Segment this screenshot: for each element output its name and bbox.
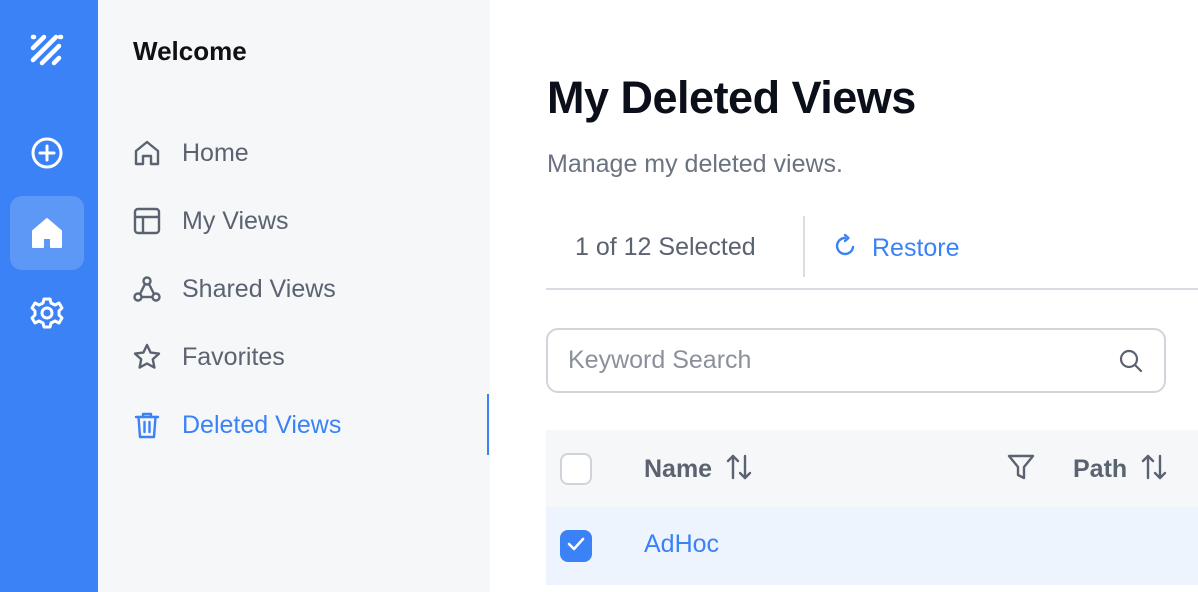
star-icon: [132, 342, 162, 372]
logo-icon[interactable]: [10, 14, 84, 88]
home-outline-icon: [132, 138, 162, 168]
refresh-icon: [832, 233, 858, 264]
page-title: My Deleted Views: [547, 72, 916, 123]
restore-label: Restore: [872, 233, 960, 262]
sidebar-item-label: My Views: [182, 206, 289, 235]
row-checkbox[interactable]: [560, 530, 592, 562]
sidebar: Welcome Home My Views Shared Views Favor…: [98, 0, 490, 592]
add-circle-icon[interactable]: [10, 116, 84, 190]
sort-icon: [724, 452, 754, 487]
filter-icon[interactable]: [1006, 452, 1036, 487]
views-table: Name Path AdHoc: [546, 430, 1198, 592]
sort-icon: [1139, 452, 1169, 487]
layout-icon: [132, 206, 162, 236]
row-name-link[interactable]: AdHoc: [644, 530, 719, 559]
sidebar-item-label: Shared Views: [182, 274, 336, 303]
sidebar-item-deleted-views[interactable]: Deleted Views: [132, 403, 472, 447]
select-all-checkbox[interactable]: [560, 453, 592, 485]
column-label: Path: [1073, 455, 1128, 483]
sidebar-item-label: Deleted Views: [182, 410, 342, 439]
active-indicator: [487, 394, 489, 455]
search-icon[interactable]: [1118, 348, 1144, 379]
search-box: [546, 328, 1166, 393]
sidebar-item-label: Favorites: [182, 342, 285, 371]
selection-count: 1 of 12 Selected: [575, 233, 756, 261]
home-icon[interactable]: [10, 196, 84, 270]
main-content: My Deleted Views Manage my deleted views…: [490, 0, 1198, 592]
page-subtitle: Manage my deleted views.: [547, 150, 843, 178]
table-header: Name Path: [546, 430, 1198, 507]
table-row[interactable]: AdHoc: [546, 507, 1198, 585]
search-input[interactable]: [568, 330, 1108, 391]
selection-toolbar: 1 of 12 Selected Restore: [546, 214, 1198, 290]
column-label: Name: [644, 455, 713, 483]
trash-icon: [132, 410, 162, 440]
toolbar-divider: [803, 216, 805, 277]
share-network-icon: [132, 274, 162, 304]
app-rail: [0, 0, 98, 592]
checkmark-icon: [565, 533, 587, 560]
restore-button[interactable]: Restore: [832, 230, 960, 266]
sidebar-item-favorites[interactable]: Favorites: [132, 335, 472, 379]
gear-icon[interactable]: [10, 276, 84, 350]
sidebar-item-home[interactable]: Home: [132, 131, 472, 175]
sidebar-heading: Welcome: [133, 36, 247, 66]
sidebar-item-shared-views[interactable]: Shared Views: [132, 267, 472, 311]
sidebar-item-my-views[interactable]: My Views: [132, 199, 472, 243]
column-header-path[interactable]: Path: [1073, 452, 1169, 487]
column-header-name[interactable]: Name: [644, 452, 754, 487]
sidebar-item-label: Home: [182, 138, 249, 167]
